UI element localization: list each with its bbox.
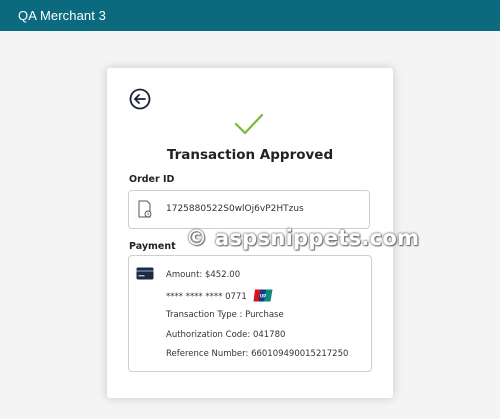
status-title: Transaction Approved (166, 147, 334, 163)
masked-card-number: **** **** **** 0771 (166, 292, 247, 302)
order-id-value: 1725880522S0wlOj6vP2HTzus (166, 204, 304, 214)
watermark: © aspsnippets.com (186, 226, 420, 250)
amount-text: Amount: $452.00 (166, 270, 241, 280)
masked-card-line: **** **** **** 0771 UP (166, 289, 273, 303)
payment-label: Payment (129, 241, 176, 252)
unionpay-logo-icon: UP (253, 289, 273, 302)
order-id-box: 1725880522S0wlOj6vP2HTzus (128, 190, 370, 229)
reference-number-text: Reference Number: 660109490015217250 (166, 349, 349, 359)
checkmark-icon (234, 113, 264, 135)
payment-box: Amount: $452.00 **** **** **** 0771 UP T… (128, 255, 372, 372)
credit-card-icon (136, 267, 154, 280)
merchant-name: QA Merchant 3 (18, 8, 107, 23)
back-arrow-circle-icon[interactable] (129, 88, 151, 110)
authorization-code-text: Authorization Code: 041780 (166, 330, 286, 340)
order-id-label: Order ID (129, 174, 175, 185)
svg-text:UP: UP (260, 294, 266, 299)
document-icon (138, 200, 152, 218)
top-bar: QA Merchant 3 (0, 0, 500, 31)
transaction-type-text: Transaction Type : Purchase (166, 310, 284, 320)
